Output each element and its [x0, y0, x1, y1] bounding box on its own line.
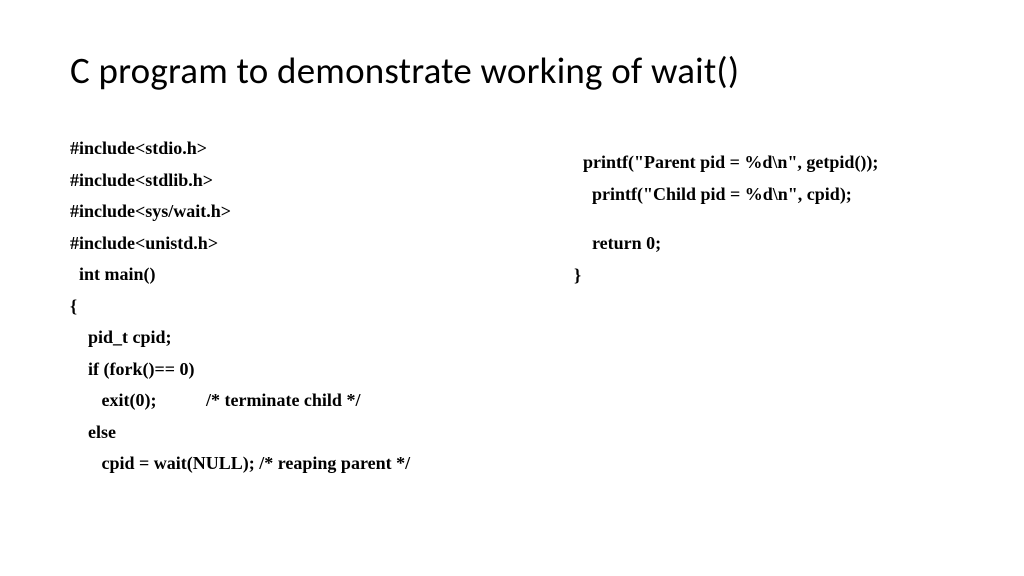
- code-line: #include<stdio.h>: [70, 133, 534, 165]
- code-line: printf("Parent pid = %d\n", getpid());: [574, 147, 954, 179]
- code-line: return 0;: [574, 228, 954, 260]
- slide-title: C program to demonstrate working of wait…: [70, 48, 954, 93]
- code-line: #include<unistd.h>: [70, 228, 534, 260]
- code-line: if (fork()== 0): [70, 354, 534, 386]
- code-column-right: printf("Parent pid = %d\n", getpid()); p…: [574, 133, 954, 480]
- code-line: #include<sys/wait.h>: [70, 196, 534, 228]
- code-line: cpid = wait(NULL); /* reaping parent */: [70, 448, 534, 480]
- blank-line: [574, 210, 954, 228]
- code-line: printf("Child pid = %d\n", cpid);: [574, 179, 954, 211]
- content-columns: #include<stdio.h> #include<stdlib.h> #in…: [70, 133, 954, 480]
- code-column-left: #include<stdio.h> #include<stdlib.h> #in…: [70, 133, 534, 480]
- code-line: else: [70, 417, 534, 449]
- code-line: }: [574, 260, 954, 292]
- code-line: pid_t cpid;: [70, 322, 534, 354]
- code-line: #include<stdlib.h>: [70, 165, 534, 197]
- code-line: exit(0); /* terminate child */: [70, 385, 534, 417]
- code-line: int main(): [70, 259, 534, 291]
- slide-container: C program to demonstrate working of wait…: [0, 0, 1024, 576]
- code-line: {: [70, 291, 534, 323]
